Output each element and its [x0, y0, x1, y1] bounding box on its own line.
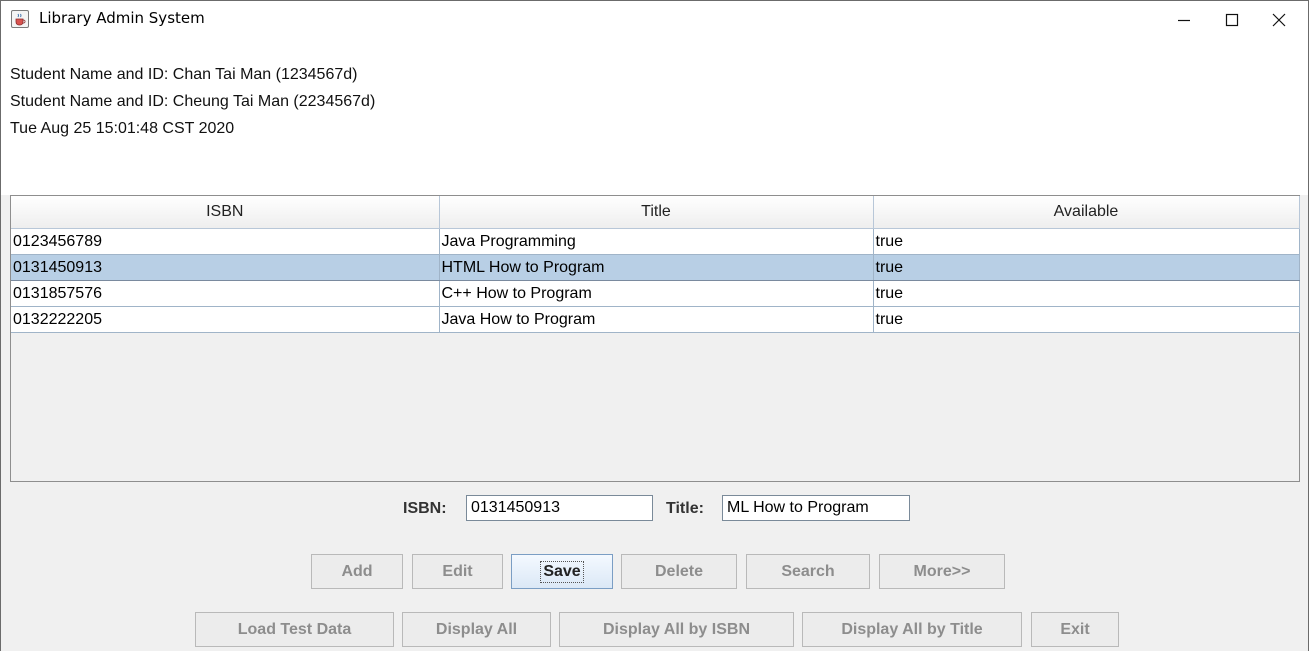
load-test-data-button[interactable]: Load Test Data	[195, 612, 394, 647]
cell-available[interactable]: true	[872, 254, 1300, 281]
save-button[interactable]: Save	[511, 554, 613, 589]
window-title: Library Admin System	[39, 9, 205, 27]
cell-available[interactable]: true	[872, 306, 1300, 333]
cell-title[interactable]: C++ How to Program	[438, 280, 874, 307]
maximize-button[interactable]	[1209, 1, 1255, 39]
student-info-panel: Student Name and ID: Chan Tai Man (12345…	[1, 39, 1308, 195]
column-header-available[interactable]: Available	[872, 196, 1300, 229]
timestamp-line: Tue Aug 25 15:01:48 CST 2020	[10, 120, 235, 137]
table-header-row: ISBN Title Available	[11, 196, 1300, 229]
book-table[interactable]: ISBN Title Available 0123456789 Java Pro…	[11, 196, 1300, 333]
title-input[interactable]	[722, 495, 910, 521]
cell-title[interactable]: Java How to Program	[438, 306, 874, 333]
minimize-button[interactable]	[1161, 1, 1207, 39]
cell-title[interactable]: Java Programming	[438, 228, 874, 255]
title-bar: Library Admin System	[1, 1, 1308, 39]
add-button[interactable]: Add	[311, 554, 403, 589]
title-label: Title:	[666, 500, 704, 517]
column-header-title[interactable]: Title	[438, 196, 874, 229]
cell-available[interactable]: true	[872, 280, 1300, 307]
isbn-label: ISBN:	[403, 500, 447, 517]
cell-available[interactable]: true	[872, 228, 1300, 255]
display-all-button[interactable]: Display All	[402, 612, 551, 647]
display-all-by-title-button[interactable]: Display All by Title	[802, 612, 1022, 647]
column-header-isbn[interactable]: ISBN	[11, 196, 440, 229]
table-row[interactable]: 0131857576 C++ How to Program true	[11, 280, 1300, 307]
book-table-scrollpane[interactable]: ISBN Title Available 0123456789 Java Pro…	[10, 195, 1300, 482]
edit-button[interactable]: Edit	[412, 554, 503, 589]
minimize-icon	[1178, 19, 1190, 22]
maximize-icon	[1225, 13, 1239, 27]
cell-title[interactable]: HTML How to Program	[438, 254, 874, 281]
table-row-selected[interactable]: 0131450913 HTML How to Program true	[11, 254, 1300, 281]
close-button[interactable]	[1256, 1, 1302, 39]
student-line-1: Student Name and ID: Chan Tai Man (12345…	[10, 66, 358, 83]
delete-button[interactable]: Delete	[621, 554, 737, 589]
save-button-label: Save	[540, 560, 584, 583]
app-window: Library Admin System Student Name and ID…	[0, 0, 1309, 651]
isbn-input[interactable]	[466, 495, 653, 521]
cell-isbn[interactable]: 0132222205	[11, 306, 440, 333]
close-icon	[1272, 13, 1286, 27]
cell-isbn[interactable]: 0123456789	[11, 228, 440, 255]
student-line-2: Student Name and ID: Cheung Tai Man (223…	[10, 93, 376, 110]
more-button[interactable]: More>>	[879, 554, 1005, 589]
table-row[interactable]: 0123456789 Java Programming true	[11, 228, 1300, 255]
java-cup-icon	[11, 10, 29, 28]
exit-button[interactable]: Exit	[1031, 612, 1119, 647]
search-button[interactable]: Search	[746, 554, 870, 589]
table-row[interactable]: 0132222205 Java How to Program true	[11, 306, 1300, 333]
cell-isbn[interactable]: 0131450913	[11, 254, 440, 281]
cell-isbn[interactable]: 0131857576	[11, 280, 440, 307]
display-all-by-isbn-button[interactable]: Display All by ISBN	[559, 612, 794, 647]
